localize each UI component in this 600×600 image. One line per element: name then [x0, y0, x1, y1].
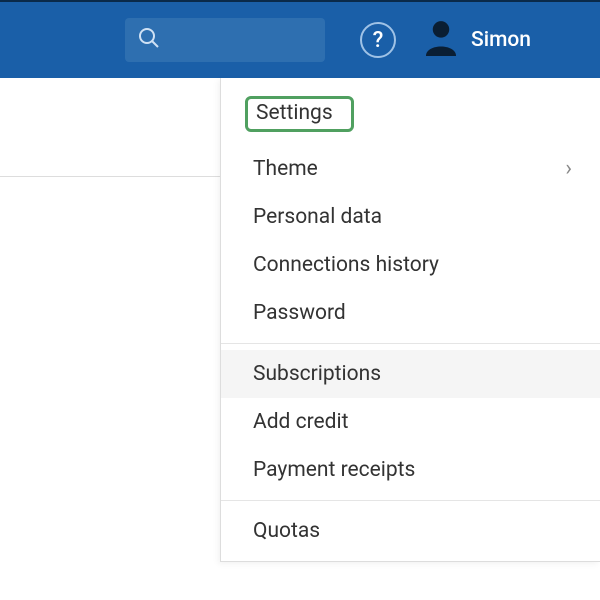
menu-item-personal-data[interactable]: Personal data: [221, 193, 600, 241]
user-dropdown-menu: Settings Theme › Personal data Connectio…: [220, 78, 600, 562]
menu-item-theme[interactable]: Theme ›: [221, 144, 600, 193]
menu-group: Subscriptions Add credit Payment receipt…: [221, 344, 600, 501]
search-input[interactable]: [125, 18, 325, 62]
chevron-right-icon: ›: [565, 156, 572, 181]
menu-group: Quotas: [221, 501, 600, 561]
menu-item-label: Payment receipts: [253, 458, 415, 482]
menu-item-add-credit[interactable]: Add credit: [221, 398, 600, 446]
divider: [0, 176, 220, 177]
menu-item-label: Theme: [253, 157, 318, 181]
help-button[interactable]: ?: [360, 22, 396, 58]
menu-item-label: Add credit: [253, 410, 348, 434]
menu-item-settings[interactable]: Settings: [221, 84, 600, 144]
username-label[interactable]: Simon: [471, 28, 531, 52]
person-icon: [422, 18, 460, 60]
help-icon: ?: [373, 28, 384, 53]
menu-group: Settings Theme › Personal data Connectio…: [221, 78, 600, 344]
menu-item-label: Subscriptions: [253, 362, 381, 386]
menu-item-payment-receipts[interactable]: Payment receipts: [221, 446, 600, 494]
search-icon: [137, 26, 161, 54]
menu-item-quotas[interactable]: Quotas: [221, 507, 600, 555]
menu-item-label: Connections history: [253, 253, 439, 277]
top-bar: ? Simon: [0, 0, 600, 78]
menu-item-subscriptions[interactable]: Subscriptions: [221, 350, 600, 398]
menu-item-password[interactable]: Password: [221, 289, 600, 337]
menu-item-connections-history[interactable]: Connections history: [221, 241, 600, 289]
search-field[interactable]: [169, 31, 376, 49]
menu-item-label: Password: [253, 301, 346, 325]
menu-item-label: Personal data: [253, 205, 382, 229]
menu-item-label: Quotas: [253, 519, 320, 543]
avatar[interactable]: [421, 20, 461, 60]
menu-item-label: Settings: [245, 96, 354, 132]
